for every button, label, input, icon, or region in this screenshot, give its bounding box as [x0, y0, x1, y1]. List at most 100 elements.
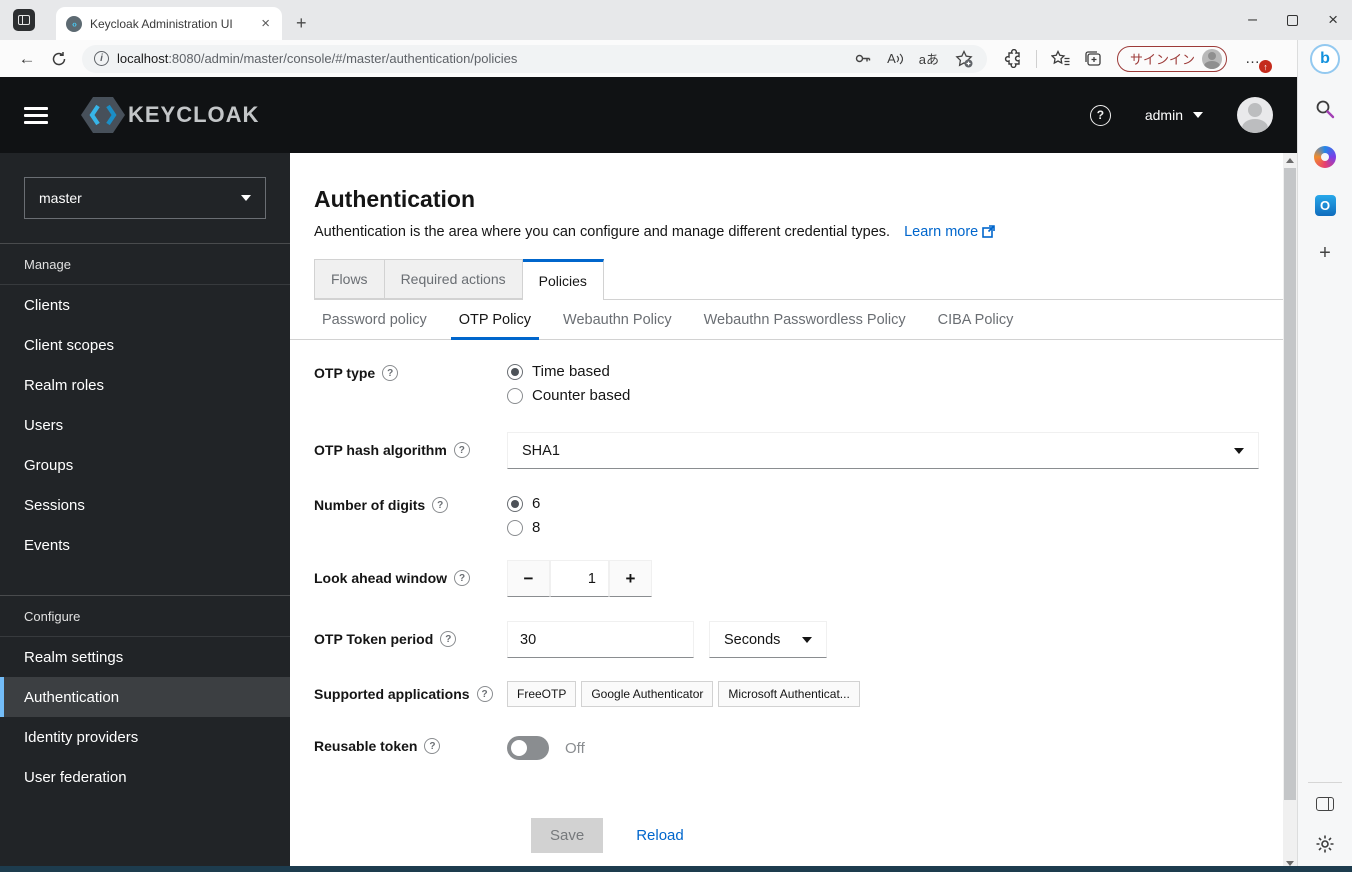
close-button[interactable]: ×: [1328, 10, 1338, 30]
otp-type-counter-based[interactable]: Counter based: [507, 387, 1259, 404]
address-bar-icons: A aあ: [854, 49, 977, 68]
digits-row: Number of digits? 6 8: [314, 495, 1259, 543]
chip-google-authenticator: Google Authenticator: [581, 681, 714, 707]
subtab-webauthn-passwordless-policy[interactable]: Webauthn Passwordless Policy: [688, 300, 922, 339]
url-host: localhost: [117, 51, 169, 66]
learn-more-link[interactable]: Learn more: [904, 224, 996, 240]
question-circle-icon[interactable]: ?: [432, 497, 449, 513]
tab-flows[interactable]: Flows: [314, 259, 385, 299]
subtab-password-policy[interactable]: Password policy: [306, 300, 443, 339]
subtab-otp-policy[interactable]: OTP Policy: [443, 300, 547, 340]
site-info-icon[interactable]: i: [94, 51, 109, 66]
extensions-icon[interactable]: [1003, 49, 1022, 68]
new-tab-button[interactable]: +: [296, 13, 307, 40]
question-circle-icon[interactable]: ?: [453, 442, 470, 458]
save-button[interactable]: Save: [531, 818, 604, 853]
keycloak-logo[interactable]: KEYCLOAK: [80, 95, 259, 135]
sidebar-item-user-federation[interactable]: User federation: [0, 757, 290, 797]
brand-text: KEYCLOAK: [128, 102, 260, 127]
reload-link[interactable]: Reload: [636, 827, 684, 844]
sidebar-item-users[interactable]: Users: [0, 405, 290, 445]
otp-type-label: OTP type: [314, 365, 376, 381]
look-ahead-value[interactable]: 1: [550, 560, 609, 597]
keycloak-shield-icon: [81, 97, 125, 133]
window-bottom-border: [0, 866, 1352, 872]
sidebar-item-groups[interactable]: Groups: [0, 445, 290, 485]
reusable-token-toggle[interactable]: [507, 736, 549, 760]
search-icon[interactable]: [1312, 96, 1338, 122]
caret-down-icon: [802, 636, 812, 643]
question-circle-icon[interactable]: ?: [382, 365, 399, 381]
help-icon[interactable]: ?: [1089, 104, 1111, 126]
password-key-icon[interactable]: [854, 50, 871, 67]
sidebar-item-authentication[interactable]: Authentication: [0, 677, 290, 717]
outlook-icon[interactable]: O: [1312, 192, 1338, 218]
collections-icon[interactable]: [1084, 50, 1103, 68]
look-ahead-row: Look ahead window? − 1 +: [314, 560, 1259, 597]
tab-close-icon[interactable]: ×: [257, 15, 274, 32]
url-text[interactable]: localhost:8080/admin/master/console/#/ma…: [117, 51, 846, 66]
url-path: :8080/admin/master/console/#/master/auth…: [168, 51, 518, 66]
add-favorite-icon[interactable]: [955, 49, 973, 68]
nav-group-title: Manage: [0, 244, 290, 285]
tab-policies[interactable]: Policies: [522, 259, 604, 300]
favorites-icon[interactable]: [1051, 49, 1070, 68]
radio-checked-icon[interactable]: [507, 363, 523, 380]
question-circle-icon[interactable]: ?: [476, 686, 493, 702]
radio-checked-icon[interactable]: [507, 495, 523, 512]
page-scrollbar[interactable]: [1283, 153, 1297, 866]
add-sidebar-app-icon[interactable]: +: [1312, 240, 1338, 266]
browser-tab[interactable]: ‹› Keycloak Administration UI ×: [56, 7, 282, 40]
otp-hash-label: OTP hash algorithm: [314, 442, 447, 458]
sidebar-item-events[interactable]: Events: [0, 525, 290, 565]
maximize-button[interactable]: [1287, 14, 1299, 26]
keycloak-masthead: KEYCLOAK ? admin: [0, 77, 1297, 153]
minus-button[interactable]: −: [507, 560, 550, 597]
user-avatar[interactable]: [1237, 97, 1273, 133]
browser-menu-button[interactable]: … ↑: [1241, 48, 1273, 73]
question-circle-icon[interactable]: ?: [454, 570, 471, 586]
main-content: Authentication Authentication is the are…: [290, 153, 1283, 866]
sidebar-item-realm-roles[interactable]: Realm roles: [0, 365, 290, 405]
realm-selector[interactable]: master: [24, 177, 266, 219]
workspaces-icon[interactable]: [13, 9, 35, 31]
sidebar-item-sessions[interactable]: Sessions: [0, 485, 290, 525]
minimize-button[interactable]: –: [1248, 11, 1257, 29]
refresh-button[interactable]: [46, 46, 72, 72]
user-menu[interactable]: admin: [1145, 107, 1203, 123]
sidebar-item-realm-settings[interactable]: Realm settings: [0, 637, 290, 677]
digits-8[interactable]: 8: [507, 519, 1259, 536]
plus-button[interactable]: +: [609, 560, 652, 597]
signin-avatar: [1202, 48, 1223, 69]
question-circle-icon[interactable]: ?: [440, 631, 457, 647]
otp-type-time-based[interactable]: Time based: [507, 363, 1259, 380]
digits-6[interactable]: 6: [507, 495, 1259, 512]
hamburger-menu-icon[interactable]: [24, 106, 48, 124]
token-period-input[interactable]: [507, 621, 694, 658]
bing-chat-icon[interactable]: b: [1310, 44, 1340, 74]
settings-gear-icon[interactable]: [1314, 833, 1336, 858]
radio-unchecked-icon[interactable]: [507, 387, 523, 404]
question-circle-icon[interactable]: ?: [424, 738, 441, 754]
supported-apps-row: Supported applications? FreeOTP Google A…: [314, 681, 1259, 707]
otp-hash-select[interactable]: SHA1: [507, 432, 1259, 469]
scroll-thumb[interactable]: [1284, 168, 1296, 800]
microsoft-365-icon[interactable]: [1312, 144, 1338, 170]
subtab-webauthn-policy[interactable]: Webauthn Policy: [547, 300, 688, 339]
subtab-ciba-policy[interactable]: CIBA Policy: [922, 300, 1030, 339]
translate-icon[interactable]: aあ: [919, 49, 939, 68]
tab-required-actions[interactable]: Required actions: [384, 259, 523, 299]
radio-label: 8: [532, 519, 541, 536]
token-period-unit-select[interactable]: Seconds: [709, 621, 827, 658]
sidebar-item-clients[interactable]: Clients: [0, 285, 290, 325]
scroll-down-icon[interactable]: [1283, 852, 1297, 866]
radio-unchecked-icon[interactable]: [507, 519, 523, 536]
read-aloud-icon[interactable]: A: [887, 51, 903, 66]
signin-button[interactable]: サインイン: [1117, 45, 1228, 72]
back-button[interactable]: ←: [14, 46, 40, 72]
address-bar[interactable]: i localhost:8080/admin/master/console/#/…: [82, 44, 987, 73]
sidebar-item-client-scopes[interactable]: Client scopes: [0, 325, 290, 365]
scroll-up-icon[interactable]: [1286, 153, 1294, 167]
sidebar-panel-icon[interactable]: [1316, 797, 1334, 811]
sidebar-item-identity-providers[interactable]: Identity providers: [0, 717, 290, 757]
